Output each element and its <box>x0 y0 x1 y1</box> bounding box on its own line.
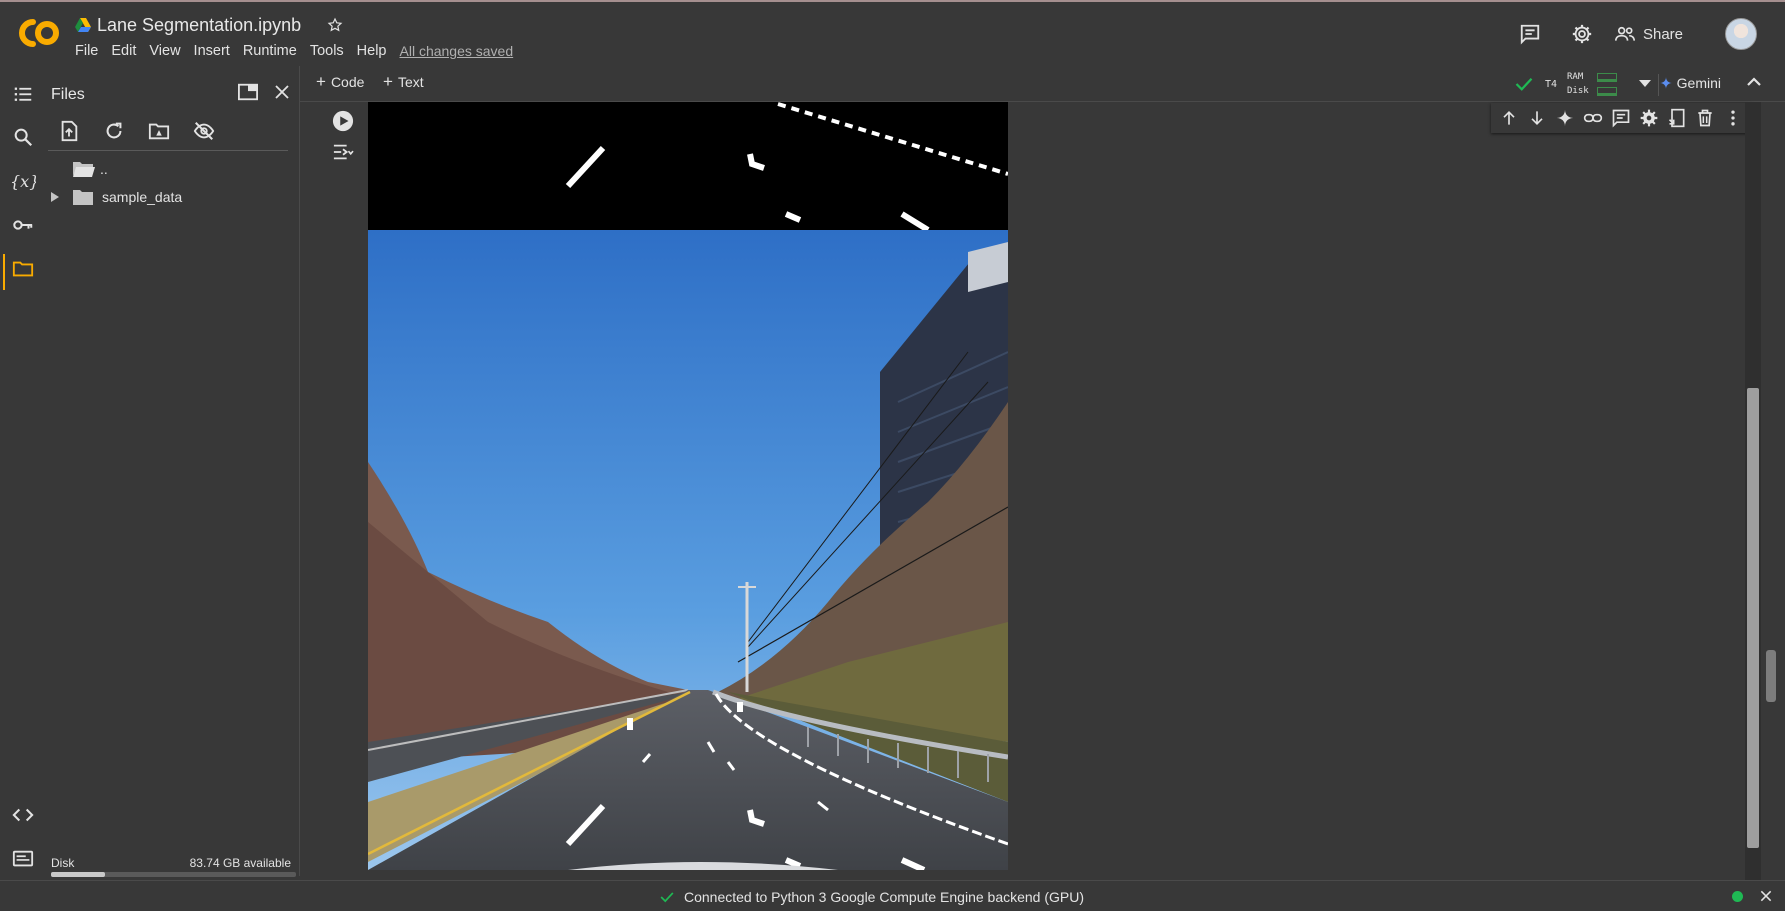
ram-label: RAM <box>1567 72 1584 82</box>
files-panel-title: Files <box>51 86 85 103</box>
disk-usage-bar <box>51 872 296 877</box>
gpu-label: T4 <box>1544 78 1557 90</box>
move-up-icon[interactable] <box>1499 108 1519 128</box>
avatar[interactable] <box>1725 18 1757 50</box>
check-icon <box>1515 77 1533 91</box>
disk-meter-label: Disk <box>1567 86 1589 96</box>
gemini-sparkle-icon <box>1659 77 1672 89</box>
comments-icon[interactable] <box>1519 23 1541 45</box>
folder-icon <box>73 190 93 205</box>
lane-mask-output <box>368 102 1008 233</box>
divider <box>48 150 288 151</box>
left-rail: {x} <box>0 66 44 876</box>
gemini-label: Gemini <box>1676 75 1721 91</box>
cell-toolbar <box>1491 103 1751 133</box>
colab-logo[interactable] <box>17 16 61 50</box>
runtime-status[interactable]: T4 RAM Disk <box>1515 70 1651 98</box>
header: Lane Segmentation.ipynb File Edit View I… <box>0 0 1785 66</box>
tree-item-label: .. <box>100 161 108 177</box>
plus-icon: + <box>316 72 326 91</box>
cell-output-image <box>368 102 1008 870</box>
refresh-icon[interactable] <box>103 120 125 142</box>
add-text-label: Text <box>397 74 424 90</box>
search-icon[interactable] <box>12 126 34 148</box>
open-in-tab-icon[interactable] <box>237 82 259 102</box>
secrets-key-icon[interactable] <box>12 214 34 236</box>
disk-label: Disk <box>51 856 75 870</box>
disk-usage-fill <box>51 872 105 877</box>
move-down-icon[interactable] <box>1527 108 1547 128</box>
menu-view[interactable]: View <box>149 43 180 59</box>
close-icon[interactable] <box>1759 889 1773 903</box>
comment-icon[interactable] <box>1611 108 1631 128</box>
menu-bar: File Edit View Insert Runtime Tools Help… <box>75 43 526 59</box>
star-icon[interactable] <box>327 17 343 33</box>
share-label: Share <box>1642 25 1683 43</box>
tree-item-parent[interactable]: .. <box>72 159 108 179</box>
connection-indicator <box>1732 891 1743 902</box>
notebook-toolbar: + Code + Text T4 RAM Disk Gemini <box>300 66 1785 102</box>
menu-help[interactable]: Help <box>357 43 387 59</box>
drive-icon <box>75 18 91 32</box>
check-icon <box>660 892 674 903</box>
save-status[interactable]: All changes saved <box>400 43 514 59</box>
tree-item-sample-data[interactable]: sample_data <box>50 188 182 206</box>
disk-available: 83.74 GB available <box>189 856 291 870</box>
resource-meters: RAM Disk <box>1567 70 1617 98</box>
disk-bar <box>1597 86 1617 96</box>
settings-icon[interactable] <box>1571 23 1593 45</box>
vertical-scrollbar[interactable] <box>1745 102 1761 880</box>
add-text-button[interactable]: + Text <box>383 72 424 91</box>
close-icon[interactable] <box>273 83 291 101</box>
gemini-button[interactable]: Gemini <box>1659 75 1721 91</box>
page-scrollbar-thumb[interactable] <box>1766 650 1776 702</box>
chevron-up-icon[interactable] <box>1747 77 1761 87</box>
delete-icon[interactable] <box>1695 108 1715 128</box>
add-code-label: Code <box>330 74 365 90</box>
add-code-button[interactable]: + Code <box>316 72 365 91</box>
menu-runtime[interactable]: Runtime <box>243 43 297 59</box>
active-indicator <box>3 254 5 290</box>
chevron-down-icon[interactable] <box>1639 80 1651 88</box>
ram-bar <box>1597 72 1617 82</box>
cell-gutter <box>324 102 368 882</box>
notebook-title[interactable]: Lane Segmentation.ipynb <box>97 15 301 36</box>
mount-drive-icon[interactable] <box>148 120 170 142</box>
menu-file[interactable]: File <box>75 43 98 59</box>
files-folder-icon[interactable] <box>12 258 34 280</box>
menu-tools[interactable]: Tools <box>310 43 344 59</box>
terminal-icon[interactable] <box>12 848 34 870</box>
code-snippets-icon[interactable] <box>12 804 34 826</box>
settings-icon[interactable] <box>1639 108 1659 128</box>
open-folder-icon <box>73 162 95 177</box>
output-actions-icon[interactable] <box>332 142 354 162</box>
more-vert-icon[interactable] <box>1723 108 1743 128</box>
hide-files-icon[interactable] <box>193 120 215 142</box>
menu-insert[interactable]: Insert <box>194 43 230 59</box>
connection-status: Connected to Python 3 Google Compute Eng… <box>660 889 1084 905</box>
files-panel: Files .. sample_data Disk 83.74 GB avail… <box>44 66 300 877</box>
gemini-sparkle-icon[interactable] <box>1555 108 1575 128</box>
plus-icon: + <box>383 72 393 91</box>
upload-icon[interactable] <box>58 120 80 142</box>
link-icon[interactable] <box>1583 108 1603 128</box>
share-button[interactable]: Share <box>1607 22 1691 47</box>
expand-arrow-icon[interactable] <box>50 191 60 203</box>
table-of-contents-icon[interactable] <box>12 83 34 105</box>
tree-item-label: sample_data <box>102 189 183 205</box>
people-icon <box>1614 26 1635 41</box>
run-cell-button[interactable] <box>332 110 354 132</box>
mirror-cell-icon[interactable] <box>1667 108 1687 128</box>
svg-text:{x}: {x} <box>10 172 36 191</box>
road-photo-output <box>368 230 1008 870</box>
status-message: Connected to Python 3 Google Compute Eng… <box>684 889 1085 905</box>
menu-edit[interactable]: Edit <box>111 43 136 59</box>
scrollbar-thumb[interactable] <box>1747 388 1759 848</box>
status-bar: Connected to Python 3 Google Compute Eng… <box>0 880 1785 911</box>
variables-icon[interactable]: {x} <box>10 170 36 192</box>
